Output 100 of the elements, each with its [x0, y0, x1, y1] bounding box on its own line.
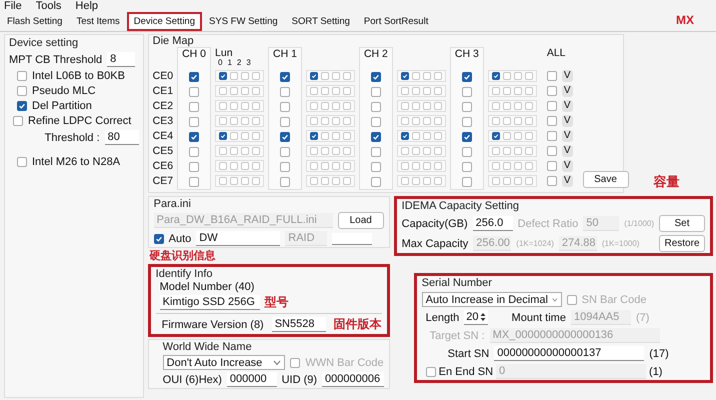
checkbox[interactable] — [189, 102, 200, 112]
checkbox[interactable] — [17, 157, 27, 167]
checkbox[interactable] — [13, 116, 23, 126]
checkbox[interactable] — [400, 72, 409, 80]
restore-button[interactable]: Restore — [659, 235, 705, 252]
checkbox[interactable] — [546, 100, 557, 110]
checkbox[interactable] — [370, 116, 381, 126]
checkbox[interactable] — [462, 102, 472, 112]
menu-item[interactable]: Help — [75, 0, 98, 13]
checkbox[interactable] — [280, 132, 290, 142]
checkbox[interactable] — [546, 176, 557, 186]
checkbox[interactable] — [462, 146, 472, 156]
checkbox[interactable] — [400, 132, 409, 140]
text-field[interactable]: 00000000000000137 — [494, 346, 644, 361]
v-button[interactable]: V — [562, 160, 572, 172]
checkbox[interactable] — [370, 176, 381, 186]
text-field[interactable]: 8 — [107, 52, 136, 67]
checkbox[interactable] — [492, 72, 500, 80]
v-button[interactable]: V — [562, 114, 572, 126]
dropdown[interactable]: Don't Auto Increase — [162, 355, 286, 370]
dropdown[interactable]: Auto Increase in Decimal — [422, 292, 562, 307]
v-button[interactable]: V — [562, 70, 572, 82]
label: Target SN : — [430, 330, 485, 342]
checkbox[interactable] — [546, 116, 557, 126]
checkbox[interactable] — [280, 176, 290, 186]
checkbox[interactable] — [17, 86, 27, 96]
text-field[interactable]: 000000 — [226, 372, 277, 387]
checkbox[interactable] — [189, 86, 200, 96]
save-button[interactable]: Save — [582, 171, 628, 188]
caret-icon — [552, 296, 558, 302]
checkbox[interactable] — [546, 70, 557, 80]
text-field[interactable]: SN5528 — [272, 317, 326, 332]
checkbox[interactable] — [462, 176, 472, 186]
spin-field[interactable]: 20 — [464, 310, 488, 325]
checkbox[interactable] — [566, 294, 577, 304]
group-title: Device setting — [9, 37, 80, 49]
set-button[interactable]: Set — [659, 215, 705, 232]
load-button[interactable]: Load — [338, 212, 384, 229]
checkbox[interactable] — [17, 71, 27, 81]
checkbox[interactable] — [310, 72, 318, 80]
tab[interactable]: Port SortResult — [356, 12, 436, 31]
column-header: 2 — [236, 58, 242, 67]
checkbox[interactable] — [462, 132, 472, 142]
checkbox[interactable] — [17, 101, 27, 111]
checkbox[interactable] — [546, 130, 557, 140]
checkbox[interactable] — [189, 146, 200, 156]
checkbox[interactable] — [426, 366, 436, 376]
checkbox[interactable] — [370, 132, 381, 142]
checkbox[interactable] — [154, 234, 164, 244]
checkbox[interactable] — [189, 162, 200, 172]
checkbox[interactable] — [370, 86, 381, 96]
v-button[interactable]: V — [562, 100, 572, 112]
v-button[interactable]: V — [562, 130, 572, 142]
checkbox[interactable] — [280, 116, 290, 126]
checkbox[interactable] — [189, 72, 200, 82]
text-field[interactable]: Kimtigo SSD 256G — [160, 295, 260, 310]
checkbox[interactable] — [280, 72, 290, 82]
checkbox[interactable] — [219, 72, 228, 80]
group-title: Identify Info — [156, 268, 214, 280]
row-label: CE1 — [152, 84, 174, 96]
checkbox[interactable] — [462, 72, 472, 82]
checkbox[interactable] — [546, 86, 557, 96]
checkbox[interactable] — [280, 146, 290, 156]
menu-item[interactable]: File — [4, 0, 22, 13]
text-field[interactable]: 000000006 — [322, 372, 384, 387]
tab[interactable]: Test Items — [69, 12, 127, 31]
checkbox[interactable] — [280, 162, 290, 172]
checkbox-label: Del Partition — [32, 100, 92, 112]
checkbox[interactable] — [310, 132, 318, 140]
text-field[interactable]: DW — [196, 231, 280, 246]
tab[interactable]: Device Setting — [126, 12, 202, 31]
checkbox[interactable] — [546, 146, 557, 156]
checkbox[interactable] — [492, 132, 500, 140]
text-field[interactable]: 256.0 — [472, 216, 513, 231]
checkbox[interactable] — [189, 116, 200, 126]
checkbox[interactable] — [546, 160, 557, 170]
checkbox-label: En — [438, 366, 452, 378]
tab[interactable]: Flash Setting — [0, 12, 70, 31]
menu-item[interactable]: Tools — [36, 0, 62, 13]
checkbox[interactable] — [219, 132, 228, 140]
text-field[interactable]: 80 — [104, 130, 139, 145]
checkbox[interactable] — [280, 86, 290, 96]
checkbox[interactable] — [370, 72, 381, 82]
v-button[interactable]: V — [562, 84, 572, 96]
checkbox[interactable] — [370, 146, 381, 156]
checkbox[interactable] — [370, 102, 381, 112]
checkbox[interactable] — [370, 162, 381, 172]
checkbox[interactable] — [189, 176, 200, 186]
text-field[interactable] — [332, 232, 372, 244]
v-button[interactable]: V — [562, 174, 572, 186]
v-button[interactable]: V — [562, 144, 572, 156]
label: Length — [426, 312, 460, 324]
checkbox[interactable] — [462, 86, 472, 96]
tab[interactable]: SYS FW Setting — [202, 12, 285, 31]
checkbox[interactable] — [280, 102, 290, 112]
checkbox[interactable] — [462, 116, 472, 126]
checkbox[interactable] — [290, 358, 300, 368]
checkbox[interactable] — [189, 132, 200, 142]
tab[interactable]: SORT Setting — [284, 12, 357, 31]
checkbox[interactable] — [462, 162, 472, 172]
